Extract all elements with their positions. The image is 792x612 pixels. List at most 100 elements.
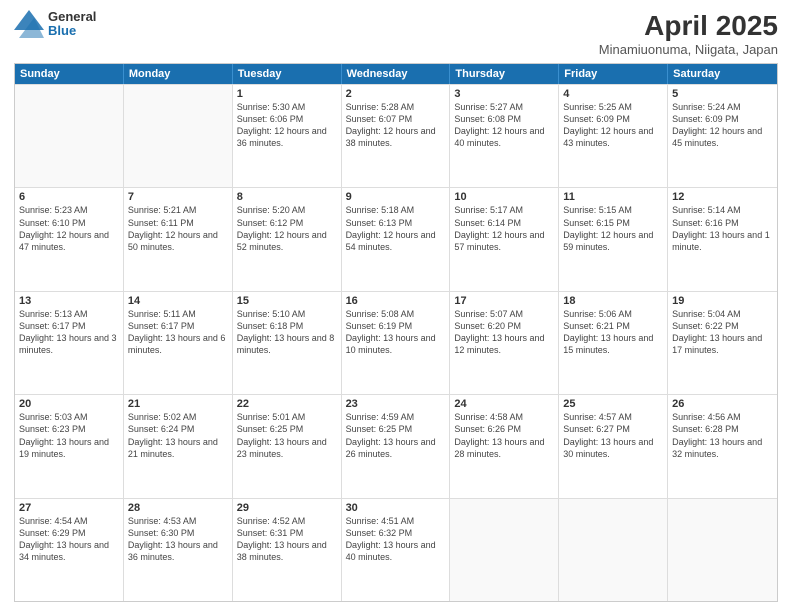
day-info: Sunrise: 5:30 AMSunset: 6:06 PMDaylight:… — [237, 101, 337, 150]
cal-cell-3-3: 23Sunrise: 4:59 AMSunset: 6:25 PMDayligh… — [342, 395, 451, 497]
day-info: Sunrise: 4:51 AMSunset: 6:32 PMDaylight:… — [346, 515, 446, 564]
cal-week-3: 20Sunrise: 5:03 AMSunset: 6:23 PMDayligh… — [15, 394, 777, 497]
cal-cell-2-3: 16Sunrise: 5:08 AMSunset: 6:19 PMDayligh… — [342, 292, 451, 394]
day-info: Sunrise: 5:20 AMSunset: 6:12 PMDaylight:… — [237, 204, 337, 253]
day-info: Sunrise: 5:28 AMSunset: 6:07 PMDaylight:… — [346, 101, 446, 150]
cal-cell-1-2: 8Sunrise: 5:20 AMSunset: 6:12 PMDaylight… — [233, 188, 342, 290]
cal-cell-3-1: 21Sunrise: 5:02 AMSunset: 6:24 PMDayligh… — [124, 395, 233, 497]
day-info: Sunrise: 5:03 AMSunset: 6:23 PMDaylight:… — [19, 411, 119, 460]
day-info: Sunrise: 5:07 AMSunset: 6:20 PMDaylight:… — [454, 308, 554, 357]
cal-cell-4-2: 29Sunrise: 4:52 AMSunset: 6:31 PMDayligh… — [233, 499, 342, 601]
cal-cell-0-1 — [124, 85, 233, 187]
cal-cell-3-5: 25Sunrise: 4:57 AMSunset: 6:27 PMDayligh… — [559, 395, 668, 497]
cal-header-sunday: Sunday — [15, 64, 124, 84]
cal-week-4: 27Sunrise: 4:54 AMSunset: 6:29 PMDayligh… — [15, 498, 777, 601]
day-info: Sunrise: 5:18 AMSunset: 6:13 PMDaylight:… — [346, 204, 446, 253]
day-info: Sunrise: 5:23 AMSunset: 6:10 PMDaylight:… — [19, 204, 119, 253]
header: General Blue April 2025 Minamiuonuma, Ni… — [14, 10, 778, 57]
day-info: Sunrise: 4:56 AMSunset: 6:28 PMDaylight:… — [672, 411, 773, 460]
day-number: 3 — [454, 88, 554, 100]
day-number: 6 — [19, 191, 119, 203]
day-number: 9 — [346, 191, 446, 203]
day-number: 12 — [672, 191, 773, 203]
day-info: Sunrise: 5:11 AMSunset: 6:17 PMDaylight:… — [128, 308, 228, 357]
day-number: 28 — [128, 502, 228, 514]
day-info: Sunrise: 4:57 AMSunset: 6:27 PMDaylight:… — [563, 411, 663, 460]
day-info: Sunrise: 5:27 AMSunset: 6:08 PMDaylight:… — [454, 101, 554, 150]
cal-header-tuesday: Tuesday — [233, 64, 342, 84]
cal-cell-4-4 — [450, 499, 559, 601]
day-number: 10 — [454, 191, 554, 203]
day-info: Sunrise: 5:24 AMSunset: 6:09 PMDaylight:… — [672, 101, 773, 150]
day-number: 22 — [237, 398, 337, 410]
cal-cell-4-3: 30Sunrise: 4:51 AMSunset: 6:32 PMDayligh… — [342, 499, 451, 601]
day-number: 11 — [563, 191, 663, 203]
day-number: 16 — [346, 295, 446, 307]
cal-cell-0-3: 2Sunrise: 5:28 AMSunset: 6:07 PMDaylight… — [342, 85, 451, 187]
day-info: Sunrise: 5:14 AMSunset: 6:16 PMDaylight:… — [672, 204, 773, 253]
cal-cell-3-0: 20Sunrise: 5:03 AMSunset: 6:23 PMDayligh… — [15, 395, 124, 497]
day-info: Sunrise: 5:10 AMSunset: 6:18 PMDaylight:… — [237, 308, 337, 357]
cal-week-0: 1Sunrise: 5:30 AMSunset: 6:06 PMDaylight… — [15, 84, 777, 187]
day-info: Sunrise: 5:01 AMSunset: 6:25 PMDaylight:… — [237, 411, 337, 460]
day-number: 19 — [672, 295, 773, 307]
page: General Blue April 2025 Minamiuonuma, Ni… — [0, 0, 792, 612]
cal-header-friday: Friday — [559, 64, 668, 84]
cal-cell-1-3: 9Sunrise: 5:18 AMSunset: 6:13 PMDaylight… — [342, 188, 451, 290]
cal-header-thursday: Thursday — [450, 64, 559, 84]
cal-cell-4-5 — [559, 499, 668, 601]
title-block: April 2025 Minamiuonuma, Niigata, Japan — [599, 10, 778, 57]
cal-header-monday: Monday — [124, 64, 233, 84]
day-info: Sunrise: 4:59 AMSunset: 6:25 PMDaylight:… — [346, 411, 446, 460]
day-number: 14 — [128, 295, 228, 307]
day-info: Sunrise: 5:04 AMSunset: 6:22 PMDaylight:… — [672, 308, 773, 357]
cal-week-2: 13Sunrise: 5:13 AMSunset: 6:17 PMDayligh… — [15, 291, 777, 394]
cal-cell-1-4: 10Sunrise: 5:17 AMSunset: 6:14 PMDayligh… — [450, 188, 559, 290]
cal-cell-0-2: 1Sunrise: 5:30 AMSunset: 6:06 PMDaylight… — [233, 85, 342, 187]
day-info: Sunrise: 5:25 AMSunset: 6:09 PMDaylight:… — [563, 101, 663, 150]
day-number: 25 — [563, 398, 663, 410]
day-info: Sunrise: 5:02 AMSunset: 6:24 PMDaylight:… — [128, 411, 228, 460]
cal-cell-2-5: 18Sunrise: 5:06 AMSunset: 6:21 PMDayligh… — [559, 292, 668, 394]
day-number: 30 — [346, 502, 446, 514]
cal-cell-1-5: 11Sunrise: 5:15 AMSunset: 6:15 PMDayligh… — [559, 188, 668, 290]
day-number: 17 — [454, 295, 554, 307]
cal-cell-2-1: 14Sunrise: 5:11 AMSunset: 6:17 PMDayligh… — [124, 292, 233, 394]
day-number: 24 — [454, 398, 554, 410]
day-number: 4 — [563, 88, 663, 100]
cal-cell-3-6: 26Sunrise: 4:56 AMSunset: 6:28 PMDayligh… — [668, 395, 777, 497]
cal-cell-0-4: 3Sunrise: 5:27 AMSunset: 6:08 PMDaylight… — [450, 85, 559, 187]
day-number: 5 — [672, 88, 773, 100]
cal-cell-2-6: 19Sunrise: 5:04 AMSunset: 6:22 PMDayligh… — [668, 292, 777, 394]
cal-week-1: 6Sunrise: 5:23 AMSunset: 6:10 PMDaylight… — [15, 187, 777, 290]
day-number: 23 — [346, 398, 446, 410]
day-number: 21 — [128, 398, 228, 410]
cal-cell-2-4: 17Sunrise: 5:07 AMSunset: 6:20 PMDayligh… — [450, 292, 559, 394]
cal-header-saturday: Saturday — [668, 64, 777, 84]
logo-blue: Blue — [48, 24, 96, 38]
logo: General Blue — [14, 10, 96, 39]
day-number: 29 — [237, 502, 337, 514]
logo-general: General — [48, 10, 96, 24]
day-number: 8 — [237, 191, 337, 203]
day-info: Sunrise: 4:54 AMSunset: 6:29 PMDaylight:… — [19, 515, 119, 564]
day-number: 7 — [128, 191, 228, 203]
logo-text: General Blue — [48, 10, 96, 39]
day-info: Sunrise: 5:08 AMSunset: 6:19 PMDaylight:… — [346, 308, 446, 357]
day-info: Sunrise: 4:53 AMSunset: 6:30 PMDaylight:… — [128, 515, 228, 564]
cal-cell-0-0 — [15, 85, 124, 187]
calendar-header-row: SundayMondayTuesdayWednesdayThursdayFrid… — [15, 64, 777, 84]
cal-cell-4-0: 27Sunrise: 4:54 AMSunset: 6:29 PMDayligh… — [15, 499, 124, 601]
cal-cell-0-6: 5Sunrise: 5:24 AMSunset: 6:09 PMDaylight… — [668, 85, 777, 187]
cal-cell-1-6: 12Sunrise: 5:14 AMSunset: 6:16 PMDayligh… — [668, 188, 777, 290]
cal-cell-4-6 — [668, 499, 777, 601]
day-number: 1 — [237, 88, 337, 100]
day-number: 15 — [237, 295, 337, 307]
month-title: April 2025 — [599, 10, 778, 42]
location: Minamiuonuma, Niigata, Japan — [599, 42, 778, 57]
day-info: Sunrise: 5:15 AMSunset: 6:15 PMDaylight:… — [563, 204, 663, 253]
cal-cell-3-2: 22Sunrise: 5:01 AMSunset: 6:25 PMDayligh… — [233, 395, 342, 497]
cal-cell-1-1: 7Sunrise: 5:21 AMSunset: 6:11 PMDaylight… — [124, 188, 233, 290]
day-number: 26 — [672, 398, 773, 410]
day-info: Sunrise: 4:58 AMSunset: 6:26 PMDaylight:… — [454, 411, 554, 460]
